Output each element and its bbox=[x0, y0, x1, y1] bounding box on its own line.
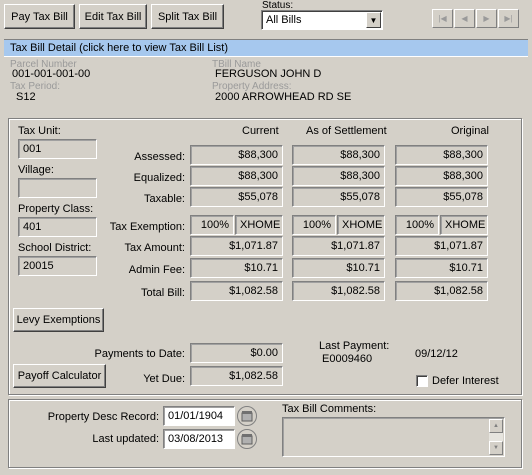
settlement-taxable-field[interactable]: $55,078 bbox=[292, 187, 385, 207]
admin-fee-label: Admin Fee: bbox=[128, 264, 185, 276]
prev-record-icon[interactable]: ◀ bbox=[454, 9, 475, 28]
settlement-assessed-field[interactable]: $88,300 bbox=[292, 145, 385, 165]
current-admin-fee-field[interactable]: $10.71 bbox=[190, 258, 283, 278]
footer-panel: Property Desc Record: 01/01/1904 Last up… bbox=[8, 399, 522, 468]
original-exemption-code-field[interactable]: XHOME bbox=[440, 215, 488, 235]
tax-period-value: S12 bbox=[16, 91, 36, 103]
original-column-header: Original bbox=[451, 125, 489, 137]
tax-bill-detail-header[interactable]: Tax Bill Detail (click here to view Tax … bbox=[4, 39, 528, 57]
current-exemption-pct-field[interactable]: 100% bbox=[190, 215, 234, 235]
current-equalized-field[interactable]: $88,300 bbox=[190, 166, 283, 186]
calendar-icon[interactable] bbox=[237, 406, 257, 426]
tax-exemption-label: Tax Exemption: bbox=[109, 221, 185, 233]
payments-to-date-label: Payments to Date: bbox=[94, 348, 186, 360]
property-desc-record-label: Property Desc Record: bbox=[47, 411, 159, 423]
payments-to-date-field[interactable]: $0.00 bbox=[190, 343, 283, 363]
defer-interest-checkbox[interactable] bbox=[416, 375, 428, 387]
property-desc-date-field[interactable]: 01/01/1904 bbox=[163, 406, 235, 426]
scroll-up-icon[interactable]: ▲ bbox=[489, 419, 503, 433]
settlement-tax-amount-field[interactable]: $1,071.87 bbox=[292, 236, 385, 256]
original-total-bill-field[interactable]: $1,082.58 bbox=[395, 281, 488, 301]
property-class-label: Property Class: bbox=[18, 203, 94, 215]
taxable-label: Taxable: bbox=[144, 193, 185, 205]
village-label: Village: bbox=[18, 164, 54, 176]
tax-bill-panel: Tax Unit: 001 Village: Property Class: 4… bbox=[8, 118, 522, 395]
last-payment-label: Last Payment: bbox=[319, 340, 390, 352]
original-exemption-pct-field[interactable]: 100% bbox=[395, 215, 439, 235]
last-updated-label: Last updated: bbox=[92, 433, 159, 445]
first-record-icon[interactable]: |◀ bbox=[432, 9, 453, 28]
original-equalized-field[interactable]: $88,300 bbox=[395, 166, 488, 186]
last-updated-date-field[interactable]: 03/08/2013 bbox=[163, 429, 235, 449]
village-field[interactable] bbox=[18, 178, 97, 198]
total-bill-label: Total Bill: bbox=[140, 287, 185, 299]
settlement-column-header: As of Settlement bbox=[306, 125, 387, 137]
settlement-admin-fee-field[interactable]: $10.71 bbox=[292, 258, 385, 278]
calendar-icon[interactable] bbox=[237, 429, 257, 449]
split-tax-bill-button[interactable]: Split Tax Bill bbox=[151, 4, 224, 29]
tax-unit-field[interactable]: 001 bbox=[18, 139, 97, 159]
next-record-icon[interactable]: ▶ bbox=[476, 9, 497, 28]
defer-interest-label: Defer Interest bbox=[432, 375, 499, 387]
yet-due-label: Yet Due: bbox=[143, 373, 185, 385]
current-assessed-field[interactable]: $88,300 bbox=[190, 145, 283, 165]
levy-exemptions-button[interactable]: Levy Exemptions bbox=[13, 308, 104, 332]
pay-tax-bill-button[interactable]: Pay Tax Bill bbox=[4, 4, 75, 29]
current-taxable-field[interactable]: $55,078 bbox=[190, 187, 283, 207]
last-payment-date: 09/12/12 bbox=[415, 348, 458, 360]
settlement-equalized-field[interactable]: $88,300 bbox=[292, 166, 385, 186]
school-district-label: School District: bbox=[18, 242, 92, 254]
last-record-icon[interactable]: ▶| bbox=[498, 9, 519, 28]
original-tax-amount-field[interactable]: $1,071.87 bbox=[395, 236, 488, 256]
status-value: All Bills bbox=[266, 14, 302, 26]
current-tax-amount-field[interactable]: $1,071.87 bbox=[190, 236, 283, 256]
settlement-total-bill-field[interactable]: $1,082.58 bbox=[292, 281, 385, 301]
tbill-name-value: FERGUSON JOHN D bbox=[215, 68, 322, 80]
comments-scrollbar[interactable]: ▲ ▼ bbox=[489, 419, 503, 455]
property-address-value: 2000 ARROWHEAD RD SE bbox=[215, 91, 352, 103]
parcel-number-value: 001-001-001-00 bbox=[12, 68, 91, 80]
original-assessed-field[interactable]: $88,300 bbox=[395, 145, 488, 165]
status-select[interactable]: All Bills ▼ bbox=[261, 10, 383, 30]
last-payment-id: E0009460 bbox=[322, 353, 373, 365]
current-exemption-code-field[interactable]: XHOME bbox=[235, 215, 283, 235]
current-column-header: Current bbox=[242, 125, 279, 137]
settlement-exemption-pct-field[interactable]: 100% bbox=[292, 215, 336, 235]
yet-due-field[interactable]: $1,082.58 bbox=[190, 366, 283, 386]
tax-unit-label: Tax Unit: bbox=[18, 125, 61, 137]
original-taxable-field[interactable]: $55,078 bbox=[395, 187, 488, 207]
school-district-field[interactable]: 20015 bbox=[18, 256, 97, 276]
tax-bill-comments-field[interactable]: ▲ ▼ bbox=[282, 417, 505, 457]
original-admin-fee-field[interactable]: $10.71 bbox=[395, 258, 488, 278]
equalized-label: Equalized: bbox=[133, 172, 185, 184]
edit-tax-bill-button[interactable]: Edit Tax Bill bbox=[79, 4, 147, 29]
chevron-down-icon[interactable]: ▼ bbox=[366, 12, 381, 28]
settlement-exemption-code-field[interactable]: XHOME bbox=[337, 215, 385, 235]
property-class-field[interactable]: 401 bbox=[18, 217, 97, 237]
assessed-label: Assessed: bbox=[134, 151, 185, 163]
current-total-bill-field[interactable]: $1,082.58 bbox=[190, 281, 283, 301]
tax-amount-label: Tax Amount: bbox=[124, 242, 185, 254]
scroll-down-icon[interactable]: ▼ bbox=[489, 441, 503, 455]
tax-bill-comments-label: Tax Bill Comments: bbox=[282, 403, 377, 415]
